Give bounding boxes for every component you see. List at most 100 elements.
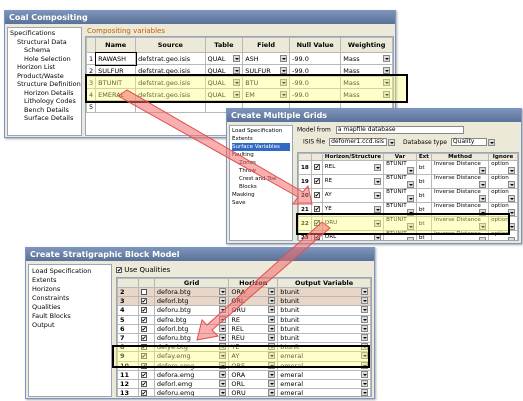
dropdown-icon[interactable] <box>219 362 227 369</box>
dropdown-icon[interactable] <box>374 192 382 199</box>
tree-item[interactable]: Load Specification <box>32 267 108 276</box>
dropdown-icon[interactable] <box>268 297 276 305</box>
check-cell[interactable]: ✔ <box>310 174 323 189</box>
horizon-cell[interactable]: RE <box>321 174 385 189</box>
tree-item[interactable]: Masking <box>232 191 290 199</box>
grid-cell[interactable]: deforl.emg <box>153 378 230 390</box>
horizon-cell[interactable]: YE <box>228 342 279 353</box>
nul-cell[interactable]: -99.0 <box>289 64 342 77</box>
dropdown-icon[interactable] <box>268 343 276 351</box>
dropdown-icon[interactable] <box>219 343 227 351</box>
method-cell[interactable]: Inverse Distance <box>430 188 490 203</box>
check-cell[interactable]: ✔ <box>310 188 323 203</box>
dropdown-icon[interactable] <box>219 316 227 323</box>
dropdown-icon[interactable] <box>508 209 515 216</box>
dropdown-icon[interactable] <box>361 362 368 369</box>
output-cell[interactable]: emeral <box>277 351 371 362</box>
dropdown-icon[interactable] <box>280 78 288 86</box>
dropdown-icon[interactable] <box>361 380 368 387</box>
dropdown-icon[interactable] <box>406 223 414 230</box>
dropdown-icon[interactable] <box>508 167 515 174</box>
source-cell[interactable]: defstrat.geo.isis <box>135 88 206 101</box>
row-checkbox[interactable]: ✔ <box>313 178 320 185</box>
row-checkbox[interactable]: ✔ <box>140 344 147 351</box>
horizon-cell[interactable]: ORU <box>228 305 279 316</box>
grid-cell[interactable]: defye.btg <box>153 342 230 353</box>
tree-item[interactable]: Product/Waste <box>10 72 79 81</box>
check-cell[interactable]: ✔ <box>137 342 155 353</box>
check-cell[interactable]: ✔ <box>310 160 323 175</box>
output-cell[interactable]: btunit <box>277 323 371 334</box>
horizon-cell[interactable]: YE <box>321 202 385 217</box>
row-checkbox[interactable]: ✔ <box>140 390 147 396</box>
check-cell[interactable]: ✔ <box>310 230 323 240</box>
check-cell[interactable]: ✔ <box>137 323 155 334</box>
row-checkbox[interactable] <box>140 289 147 296</box>
dropdown-icon[interactable] <box>219 389 227 396</box>
name-cell[interactable]: EMERAL <box>95 88 137 101</box>
dropdown-icon[interactable] <box>219 288 227 296</box>
ext-cell[interactable]: bt <box>415 216 432 231</box>
tree-item[interactable]: Extents <box>32 276 108 285</box>
dropdown-icon[interactable] <box>406 209 414 216</box>
ext-cell[interactable]: bt <box>415 188 432 203</box>
wt-cell[interactable]: Mass <box>340 64 393 77</box>
tree-item[interactable]: Extents <box>232 135 290 143</box>
dropdown-icon[interactable] <box>219 352 227 360</box>
var-cell[interactable]: BTUNIT <box>383 174 417 189</box>
database-type-select[interactable]: Quality <box>450 138 487 146</box>
dropdown-icon[interactable] <box>479 209 487 216</box>
grid-cell[interactable]: defora.emg <box>153 369 230 380</box>
check-cell[interactable]: ✔ <box>137 378 155 390</box>
ignore-cell[interactable]: option <box>488 174 518 189</box>
dropdown-icon[interactable] <box>479 223 487 230</box>
dropdown-icon[interactable] <box>233 66 241 74</box>
dropdown-icon[interactable] <box>508 195 515 202</box>
tree-item[interactable]: Schema <box>10 46 79 55</box>
dropdown-icon[interactable] <box>268 288 276 296</box>
horizon-cell[interactable]: ORL <box>228 378 279 390</box>
model-from-select[interactable]: a mapfile database <box>335 126 464 134</box>
row-checkbox[interactable]: ✔ <box>313 220 320 227</box>
row-checkbox[interactable]: ✔ <box>140 325 147 332</box>
tree-item[interactable]: Fault Blocks <box>32 312 108 321</box>
dropdown-icon[interactable] <box>361 288 368 296</box>
ext-cell[interactable]: bt <box>415 202 432 217</box>
var-cell[interactable]: BTUNIT <box>383 188 417 203</box>
check-cell[interactable]: ✔ <box>137 369 155 380</box>
database-type-dropdown[interactable] <box>487 138 495 146</box>
grid-cell[interactable]: defay.emg <box>153 351 230 362</box>
output-cell[interactable]: emeral <box>277 369 371 380</box>
row-checkbox[interactable]: ✔ <box>140 298 147 305</box>
source-cell[interactable]: defstrat.geo.isis <box>135 64 206 77</box>
row-checkbox[interactable]: ✔ <box>313 192 320 199</box>
dropdown-icon[interactable] <box>479 237 487 240</box>
dropdown-icon[interactable] <box>383 90 390 98</box>
fld-cell[interactable]: EM <box>242 88 291 101</box>
ignore-cell[interactable]: option <box>488 216 518 231</box>
tree-item[interactable]: Hole Selection <box>10 55 79 64</box>
row-checkbox[interactable]: ✔ <box>140 371 147 378</box>
tree-item[interactable]: Lithology Codes <box>10 97 79 106</box>
var-cell[interactable]: BTUNIT <box>383 216 417 231</box>
check-cell[interactable]: ✔ <box>310 202 323 217</box>
row-checkbox[interactable]: ✔ <box>140 316 147 323</box>
dropdown-icon[interactable] <box>508 181 515 188</box>
nul-cell[interactable]: -99.0 <box>289 88 342 101</box>
dropdown-icon[interactable] <box>268 362 276 369</box>
row-checkbox[interactable]: ✔ <box>313 234 320 240</box>
output-cell[interactable]: btunit <box>277 305 371 316</box>
dropdown-icon[interactable] <box>268 325 276 332</box>
dropdown-icon[interactable] <box>383 78 390 86</box>
wt-cell[interactable]: Mass <box>340 76 393 89</box>
ignore-cell[interactable]: option <box>488 202 518 217</box>
tree-item[interactable]: Load Specification <box>232 127 290 135</box>
dropdown-icon[interactable] <box>361 389 368 396</box>
output-cell[interactable]: emeral <box>277 378 371 390</box>
horizon-cell[interactable]: REL <box>228 323 279 334</box>
source-cell[interactable]: defstrat.geo.isis <box>135 76 206 89</box>
dropdown-icon[interactable] <box>268 306 276 314</box>
tab-cell[interactable]: QUAL <box>204 64 244 77</box>
ext-cell[interactable]: bt <box>415 230 432 240</box>
tree-item[interactable]: Crest and Toe <box>232 175 290 183</box>
